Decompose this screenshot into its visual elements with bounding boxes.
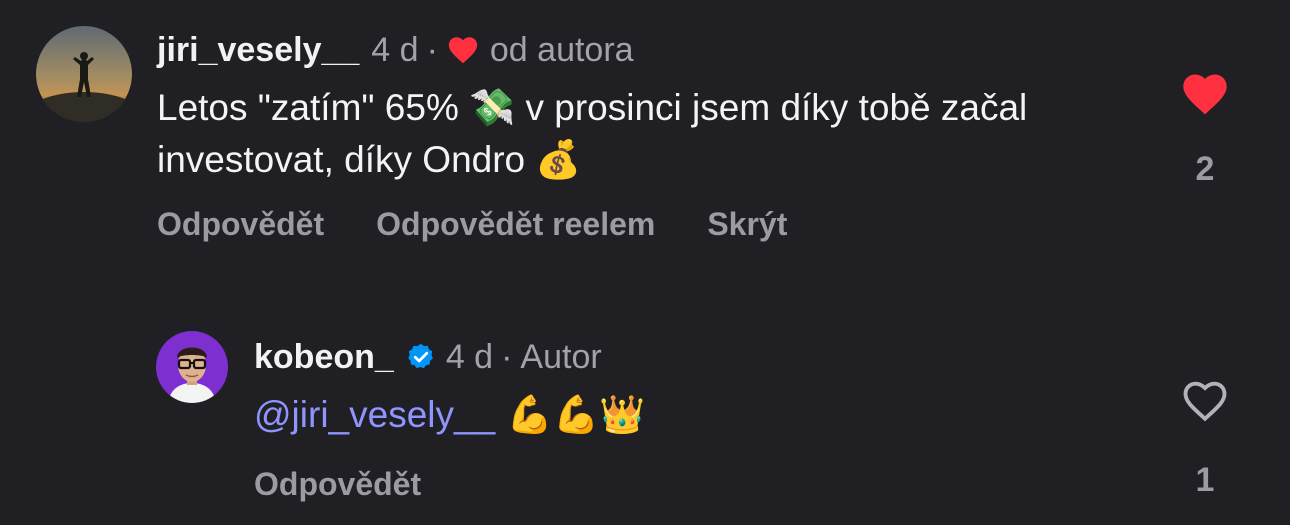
- mention-link[interactable]: @jiri_vesely__: [254, 394, 495, 435]
- like-count[interactable]: 1: [1175, 461, 1235, 500]
- like-count[interactable]: 2: [1175, 150, 1235, 189]
- creator-liked-label: od autora: [489, 31, 634, 69]
- heart-outline-icon[interactable]: [1179, 375, 1231, 427]
- separator: ·: [501, 338, 513, 376]
- reply-button[interactable]: Odpovědět: [254, 466, 421, 503]
- comment-text: @jiri_vesely__ 💪💪👑: [254, 389, 954, 441]
- comment-text-part: Letos "zatím" 65%: [157, 87, 470, 128]
- comment-time: 4 d: [371, 31, 419, 69]
- comments-thread: jiri_vesely__ 4 d · od autora Letos "zat…: [0, 0, 1290, 525]
- comment-actions: Odpovědět Odpovědět reelem Skrýt: [157, 206, 787, 243]
- avatar[interactable]: [36, 26, 132, 122]
- verified-badge-icon: [406, 342, 436, 372]
- author-label: Autor: [520, 338, 602, 376]
- hide-button[interactable]: Skrýt: [707, 206, 787, 243]
- separator: ·: [426, 31, 438, 69]
- comment-text: Letos "zatím" 65% 💸 v prosinci jsem díky…: [157, 82, 1117, 186]
- avatar[interactable]: [156, 331, 228, 403]
- like-control: 2: [1175, 68, 1235, 189]
- like-control: 1: [1175, 375, 1235, 500]
- reply-button[interactable]: Odpovědět: [157, 206, 324, 243]
- flexed-biceps-crown-emojis: 💪💪👑: [495, 393, 646, 436]
- heart-filled-icon: [446, 33, 480, 67]
- username[interactable]: jiri_vesely__: [157, 30, 359, 70]
- heart-filled-icon[interactable]: [1179, 68, 1231, 120]
- comment-meta: jiri_vesely__ 4 d · od autora: [157, 30, 634, 70]
- comment-actions: Odpovědět: [254, 466, 421, 503]
- reply-with-reel-button[interactable]: Odpovědět reelem: [376, 206, 655, 243]
- comment-time: 4 d: [445, 338, 494, 376]
- money-bag-emoji: 💰: [535, 138, 582, 181]
- avatar-image: [36, 26, 132, 122]
- money-with-wings-emoji: 💸: [469, 86, 516, 129]
- comment-meta: kobeon_ 4 d · Autor: [254, 337, 602, 377]
- username[interactable]: kobeon_: [254, 337, 394, 377]
- avatar-image: [156, 331, 228, 403]
